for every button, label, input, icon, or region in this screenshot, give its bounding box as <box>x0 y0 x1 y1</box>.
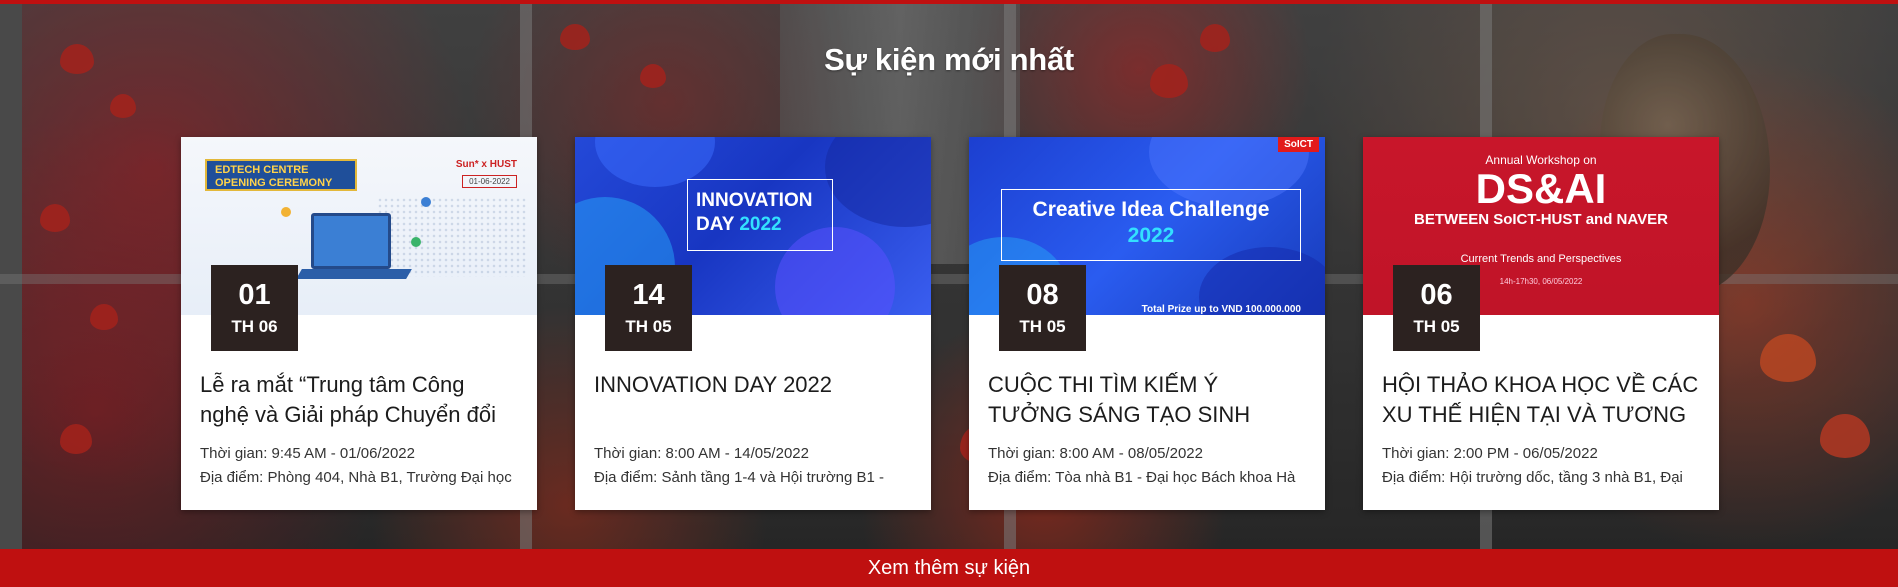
thumb-line1: INNOVATION <box>696 190 813 211</box>
event-place: Địa điểm: Tòa nhà B1 - Đại học Bách khoa… <box>988 469 1296 486</box>
section-title: Sự kiện mới nhất <box>824 42 1074 77</box>
event-title[interactable]: Lễ ra mắt “Trung tâm Công nghệ và Giải p… <box>200 370 518 430</box>
laptop-icon <box>311 213 391 269</box>
date-day: 06 <box>1420 279 1453 311</box>
event-place: Địa điểm: Phòng 404, Nhà B1, Trường Đại … <box>200 469 512 486</box>
event-list: EDTECH CENTRE OPENING CEREMONY Sun* x HU… <box>181 137 1719 510</box>
event-place: Địa điểm: Sảnh tầng 1-4 và Hội trường B1… <box>594 469 885 486</box>
event-card[interactable]: INNOVATION DAY 2022 14 TH 05 INNOVATION … <box>575 137 931 510</box>
event-time: Thời gian: 9:45 AM - 01/06/2022 <box>200 445 415 462</box>
world-map-graphic <box>377 197 527 277</box>
thumb-prize: Total Prize up to VND 100.000.000 <box>1141 304 1301 315</box>
event-card[interactable]: Annual Workshop on DS&AI BETWEEN SoICT-H… <box>1363 137 1719 510</box>
top-accent-bar <box>0 0 1898 4</box>
date-box: 06 TH 05 <box>1393 265 1480 351</box>
event-place: Địa điểm: Hội trường dốc, tầng 3 nhà B1,… <box>1382 469 1683 486</box>
event-time: Thời gian: 8:00 AM - 14/05/2022 <box>594 445 809 462</box>
soict-logo: SoICT <box>1278 137 1319 152</box>
thumb-line2: DAY <box>696 214 735 235</box>
see-more-events-button[interactable]: Xem thêm sự kiện <box>0 549 1898 587</box>
thumb-big: DS&AI <box>1475 165 1607 212</box>
event-card[interactable]: EDTECH CENTRE OPENING CEREMONY Sun* x HU… <box>181 137 537 510</box>
event-time: Thời gian: 8:00 AM - 08/05/2022 <box>988 445 1203 462</box>
dot-icon <box>411 237 421 247</box>
thumb-between: BETWEEN SoICT-HUST and NAVER <box>1414 211 1668 228</box>
event-card[interactable]: SoICT Creative Idea Challenge 2022 Total… <box>969 137 1325 510</box>
date-day: 14 <box>632 279 665 311</box>
dot-icon <box>421 197 431 207</box>
date-month: TH 06 <box>231 317 278 336</box>
thumb-headline: Creative Idea Challenge <box>1032 198 1270 221</box>
date-box: 08 TH 05 <box>999 265 1086 351</box>
thumb-year: 2022 <box>739 214 782 235</box>
date-month: TH 05 <box>1413 317 1460 336</box>
date-box: 14 TH 05 <box>605 265 692 351</box>
dot-icon <box>281 207 291 217</box>
thumb-frame: INNOVATION DAY 2022 <box>687 179 833 251</box>
event-title[interactable]: CUỘC THI TÌM KIẾM Ý TƯỞNG SÁNG TẠO SINH … <box>988 370 1306 430</box>
date-month: TH 05 <box>625 317 672 336</box>
date-box: 01 TH 06 <box>211 265 298 351</box>
event-title[interactable]: INNOVATION DAY 2022 <box>594 370 912 430</box>
date-month: TH 05 <box>1019 317 1066 336</box>
thumb-frame: Creative Idea Challenge 2022 <box>1001 189 1301 261</box>
date-day: 08 <box>1026 279 1059 311</box>
event-time: Thời gian: 2:00 PM - 06/05/2022 <box>1382 445 1598 462</box>
thumb-brand: Sun* x HUST <box>455 159 517 170</box>
laptop-base-graphic <box>296 269 412 279</box>
thumb-date: 01-06-2022 <box>462 175 517 188</box>
date-day: 01 <box>238 279 271 311</box>
thumb-trend: Current Trends and Perspectives <box>1460 253 1622 265</box>
thumb-year: 2022 <box>1127 224 1175 247</box>
event-title[interactable]: HỘI THẢO KHOA HỌC VỀ CÁC XU THẾ HIỆN TẠI… <box>1382 370 1700 430</box>
thumb-badge: EDTECH CENTRE OPENING CEREMONY <box>205 159 357 191</box>
